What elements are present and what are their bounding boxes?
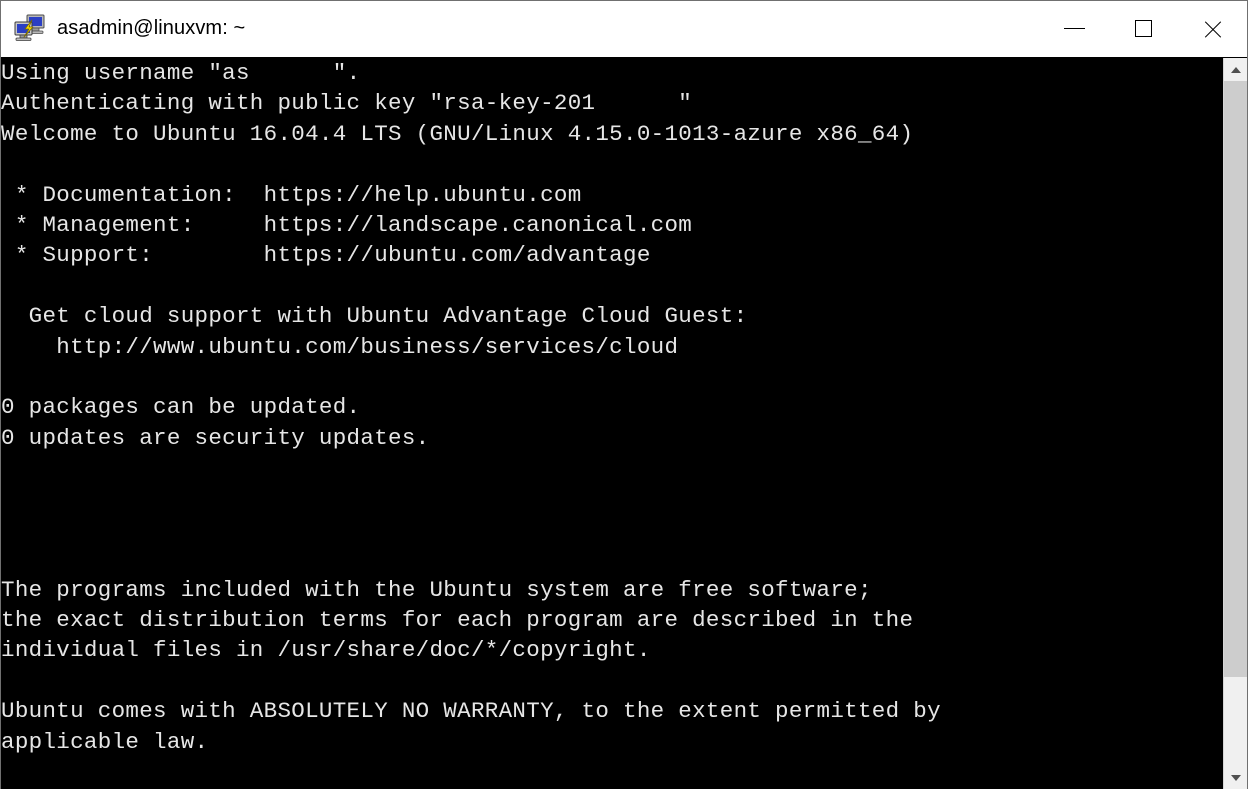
terminal-line-text: applicable law.: [1, 728, 209, 755]
window-titlebar[interactable]: asadmin@linuxvm: ~: [1, 1, 1247, 57]
terminal-line-text-tail: ": [678, 90, 693, 117]
terminal-line-text: Using username "as: [1, 60, 250, 86]
chevron-up-icon: [1230, 66, 1241, 73]
terminal-line-text: Welcome to Ubuntu 16.04.4 LTS (GNU/Linux…: [1, 120, 914, 147]
terminal-line-text: * Management: https://landscape.canonica…: [1, 211, 693, 238]
terminal-line-text-tail: ".: [332, 60, 361, 86]
terminal-line: Using username "as ".: [1, 58, 1223, 89]
terminal-line: http://www.ubuntu.com/business/services/…: [1, 332, 1223, 362]
redacted-text: [595, 88, 679, 119]
terminal-scrollbar[interactable]: [1223, 58, 1247, 789]
terminal-line: The programs included with the Ubuntu sy…: [1, 575, 1223, 605]
window-client-area: Using username "as ". Authenticating with…: [1, 57, 1247, 789]
maximize-icon: [1135, 20, 1152, 37]
terminal-line: * Support: https://ubuntu.com/advantage: [1, 240, 1223, 270]
terminal-output[interactable]: Using username "as ". Authenticating with…: [1, 58, 1223, 789]
terminal-line: applicable law.: [1, 727, 1223, 757]
minimize-icon: [1064, 28, 1085, 29]
terminal-line: * Management: https://landscape.canonica…: [1, 210, 1223, 240]
terminal-line: individual files in /usr/share/doc/*/cop…: [1, 635, 1223, 665]
scrollbar-track[interactable]: [1224, 81, 1247, 766]
terminal-line: Authenticating with public key "rsa-key-…: [1, 88, 1223, 119]
terminal-line-text: Authenticating with public key "rsa-key-…: [1, 90, 596, 117]
terminal-line: 0 packages can be updated.: [1, 392, 1223, 422]
terminal-line-text: 0 packages can be updated.: [1, 394, 361, 421]
maximize-button[interactable]: [1109, 1, 1178, 56]
minimize-button[interactable]: [1040, 1, 1109, 56]
redacted-text: [249, 58, 333, 89]
chevron-down-icon: [1230, 774, 1241, 781]
terminal-line: Welcome to Ubuntu 16.04.4 LTS (GNU/Linux…: [1, 119, 1223, 149]
terminal-line-text: * Support: https://ubuntu.com/advantage: [1, 242, 651, 269]
terminal-line-text: The programs included with the Ubuntu sy…: [1, 576, 872, 603]
scroll-up-button[interactable]: [1224, 58, 1247, 81]
close-icon: [1202, 18, 1224, 40]
terminal-line-text: * Documentation: https://help.ubuntu.com: [1, 181, 582, 208]
terminal-line-text: Get cloud support with Ubuntu Advantage …: [1, 303, 748, 330]
terminal-line-text: individual files in /usr/share/doc/*/cop…: [1, 637, 651, 664]
putty-icon: [13, 14, 47, 44]
close-button[interactable]: [1178, 1, 1247, 56]
terminal-line: Get cloud support with Ubuntu Advantage …: [1, 301, 1223, 331]
window-title: asadmin@linuxvm: ~: [57, 17, 246, 39]
terminal-line-text: 0 updates are security updates.: [1, 424, 430, 451]
putty-terminal-window: asadmin@linuxvm: ~ Using username "as ".…: [0, 0, 1248, 789]
terminal-line: Ubuntu comes with ABSOLUTELY NO WARRANTY…: [1, 696, 1223, 726]
terminal-line: the exact distribution terms for each pr…: [1, 605, 1223, 635]
terminal-line-text: http://www.ubuntu.com/business/services/…: [1, 333, 679, 360]
terminal-line: 0 updates are security updates.: [1, 423, 1223, 453]
terminal-line-text: Ubuntu comes with ABSOLUTELY NO WARRANTY…: [1, 698, 941, 725]
terminal-line-text: the exact distribution terms for each pr…: [1, 607, 914, 634]
window-controls: [1040, 1, 1247, 56]
scrollbar-thumb[interactable]: [1224, 81, 1247, 677]
terminal-line: * Documentation: https://help.ubuntu.com: [1, 180, 1223, 210]
scroll-down-button[interactable]: [1224, 766, 1247, 789]
